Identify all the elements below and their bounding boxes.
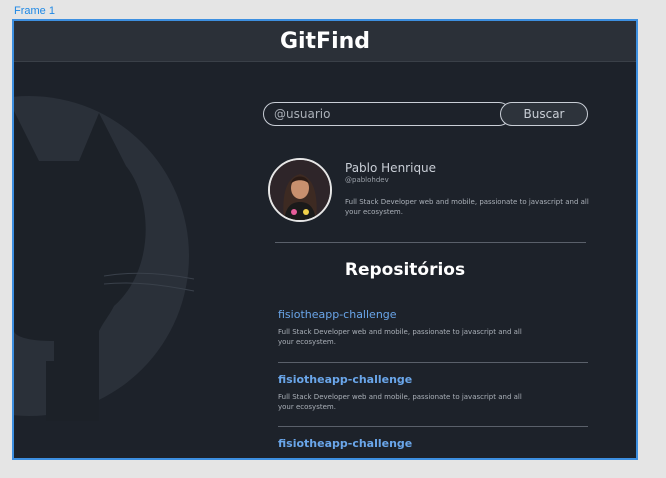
repository-item: fisiotheapp-challenge Full Stack Develop… [278,373,598,412]
profile-bio: Full Stack Developer web and mobile, pas… [345,198,589,216]
profile-divider [275,242,586,243]
repository-link[interactable]: fisiotheapp-challenge [278,373,598,386]
app-frame: GitFind Buscar Pablo Henrique @pablohdev… [12,19,638,460]
repository-item: fisiotheapp-challenge [278,437,598,450]
repository-link[interactable]: fisiotheapp-challenge [278,308,598,321]
github-logo-icon [14,96,194,421]
profile-handle: @pablohdev [345,176,389,184]
repository-link[interactable]: fisiotheapp-challenge [278,437,598,450]
frame-label: Frame 1 [14,5,55,17]
search-input[interactable] [263,102,511,126]
avatar [268,158,332,222]
repository-description: Full Stack Developer web and mobile, pas… [278,328,522,346]
repository-item: fisiotheapp-challenge Full Stack Develop… [278,308,598,347]
app-title: GitFind [279,28,371,54]
avatar-photo [270,160,330,220]
repository-divider [278,426,588,427]
app-header: GitFind [14,21,636,62]
repository-description: Full Stack Developer web and mobile, pas… [278,393,522,411]
profile-name: Pablo Henrique [345,161,437,175]
search-button[interactable]: Buscar [500,102,588,126]
repositories-title: Repositórios [344,260,466,280]
repository-divider [278,362,588,363]
